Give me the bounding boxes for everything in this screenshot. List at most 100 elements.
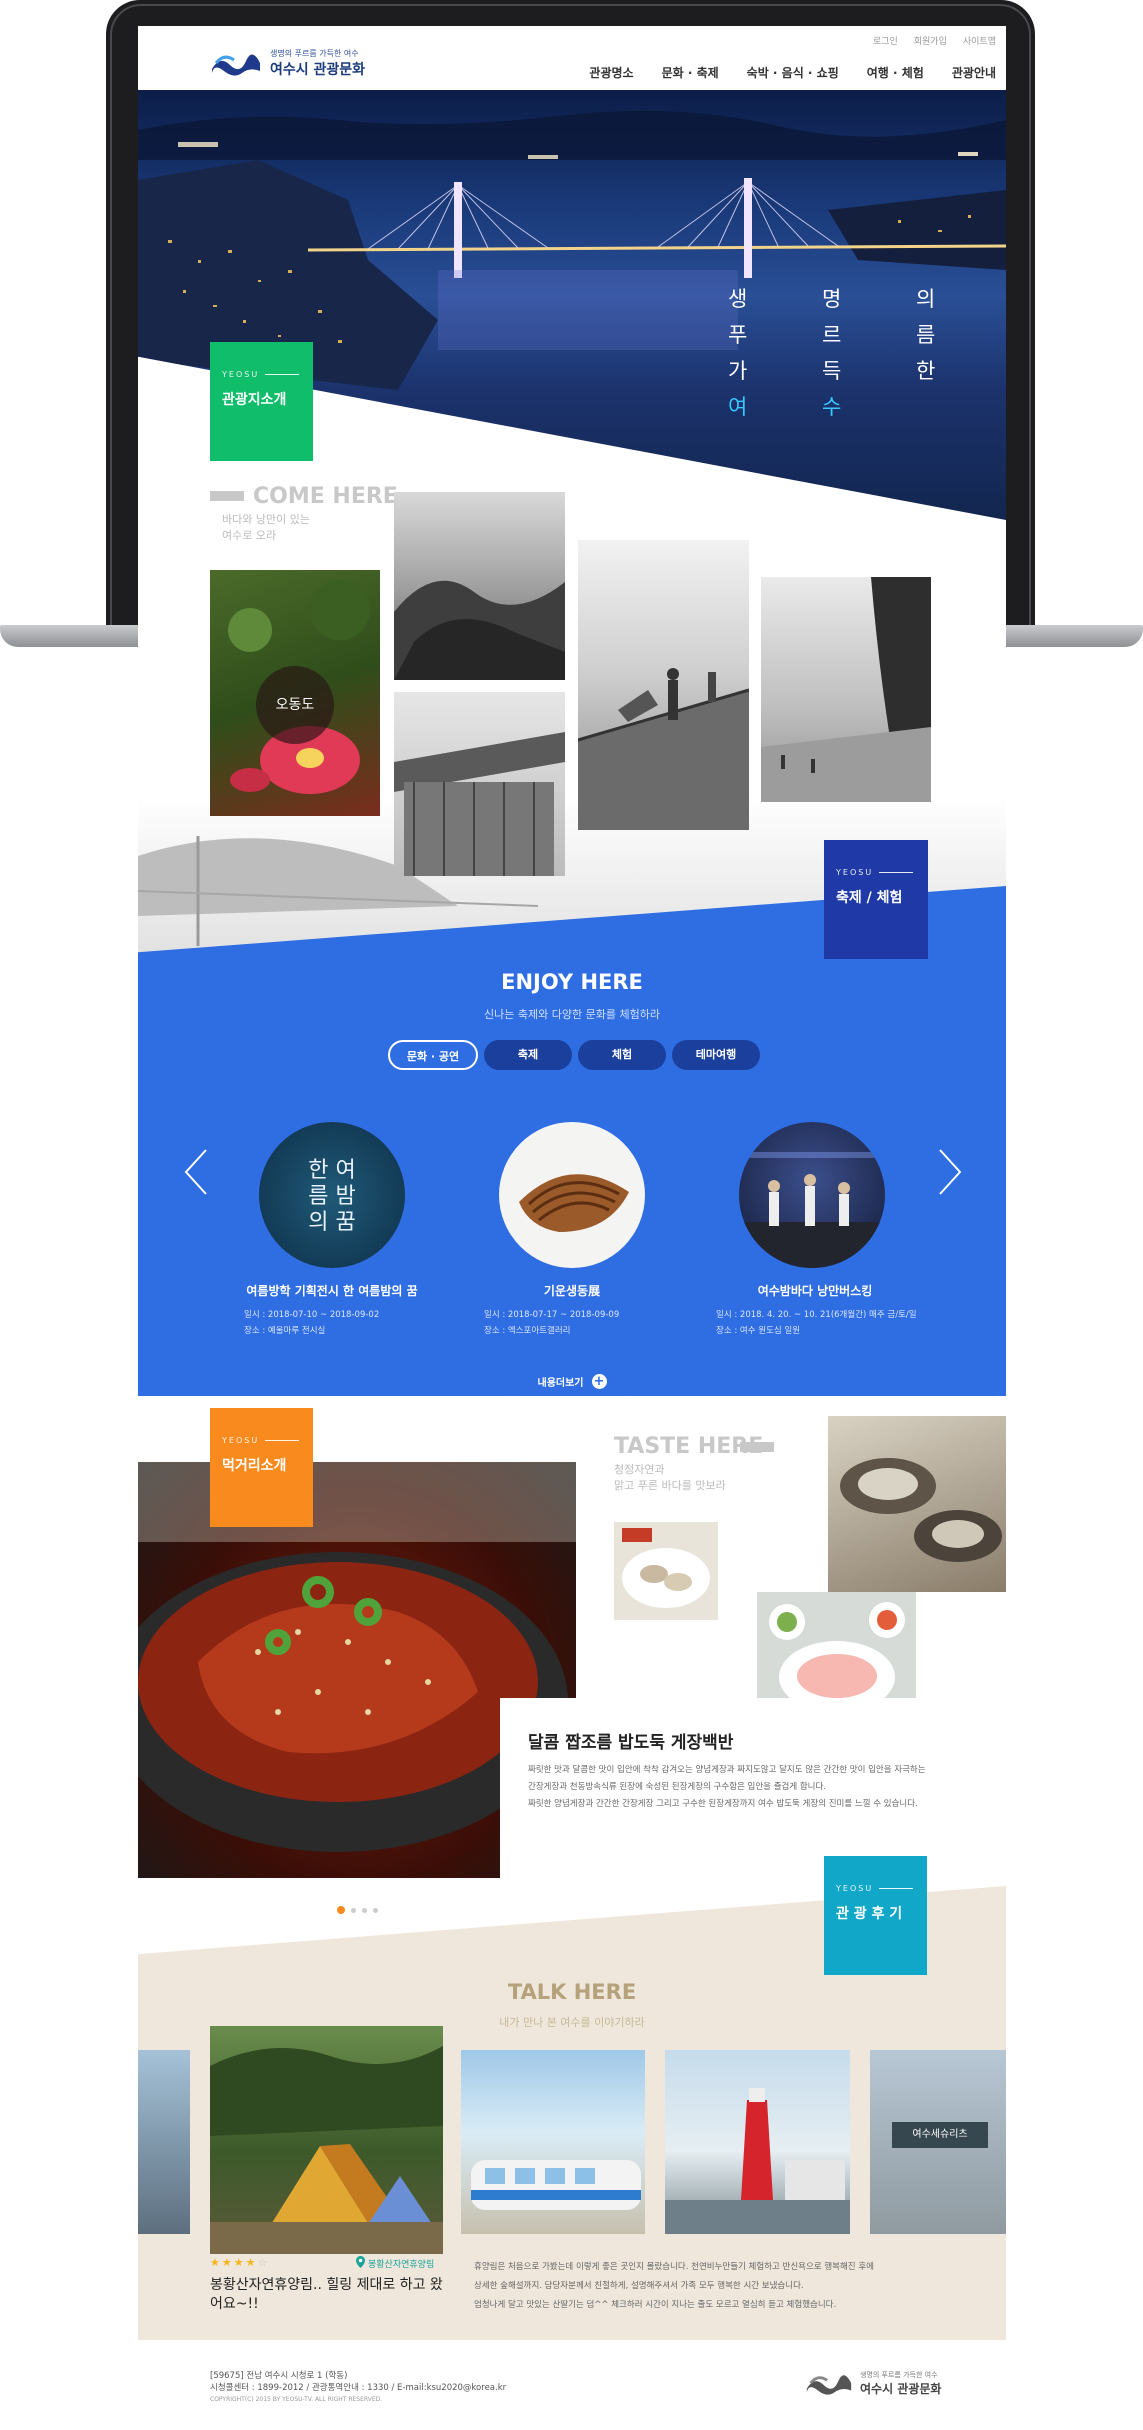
- star-icon: ★: [210, 2256, 220, 2269]
- dish-card: 달콤 짭조름 밥도둑 게장백반 짜릿한 맛과 달콤한 맛이 입안에 착착 감겨오…: [500, 1698, 1006, 1888]
- resort-sign: 여수세슈리츠: [892, 2122, 988, 2148]
- event-card-3[interactable]: 여수밤바다 낭만버스킹 일시 : 2018. 4. 20. ~ 10. 21(6…: [700, 1282, 930, 1339]
- next-arrow-icon[interactable]: [938, 1148, 962, 1200]
- footer-logo[interactable]: 생명의 푸르름 가득한 여수 여수시 관광문화: [804, 2370, 941, 2397]
- event-poster-sculpture[interactable]: [499, 1122, 645, 1268]
- plus-icon: +: [591, 1373, 607, 1389]
- event-title: 여수밤바다 낭만버스킹: [757, 1284, 873, 1298]
- nav-info[interactable]: 관광안내: [952, 64, 996, 81]
- nav-tour[interactable]: 관광명소: [589, 64, 633, 81]
- rating-stars: ★ ★ ★ ★ ☆: [210, 2256, 267, 2269]
- footer-logo-subtitle: 생명의 푸르름 가득한 여수: [860, 2371, 938, 2379]
- pager-dot-active[interactable]: [337, 1906, 345, 1914]
- photo-rocky-island[interactable]: [394, 492, 565, 680]
- star-icon: ★: [233, 2256, 244, 2269]
- food-pager: [337, 1906, 378, 1914]
- festival-title: ENJOY HERE: [501, 970, 643, 994]
- review-title: TALK HERE: [507, 1980, 637, 2004]
- event-place: 장소 : 엑스포아트갤러리: [484, 1326, 571, 1336]
- tab-festival[interactable]: 축제: [484, 1040, 572, 1070]
- review-location[interactable]: 봉황산자연휴양림: [356, 2256, 434, 2271]
- festival-tabs: 문화 · 공연 축제 체험 테마여행: [388, 1040, 760, 1070]
- food-section-tag: YEOSU 먹거리소개: [210, 1408, 313, 1527]
- tab-theme-travel[interactable]: 테마여행: [672, 1040, 760, 1070]
- photo-temple-roof[interactable]: [394, 692, 565, 876]
- dish-desc-line: 짜릿한 맛과 달콤한 맛이 입안에 착착 감겨오는 양념게장과 짜지도않고 달지…: [528, 1765, 926, 1775]
- login-link[interactable]: 로그인: [873, 34, 898, 47]
- pager-dot[interactable]: [351, 1907, 356, 1913]
- pager-dot[interactable]: [373, 1907, 378, 1913]
- more-button[interactable]: 내용더보기 +: [508, 1366, 636, 1396]
- logo-subtitle: 생명의 푸르름 가득한 여수: [270, 49, 359, 58]
- location-label: 봉황산자연휴양림: [368, 2260, 435, 2270]
- slogan-line-3: 가 득 한 여 수: [728, 353, 1006, 425]
- slogan-highlight: 여 수: [728, 395, 876, 419]
- photo-review-lighthouse[interactable]: [665, 2050, 850, 2234]
- photo-review-campsite[interactable]: [210, 2026, 443, 2254]
- slogan-line-3a: 가 득 한: [728, 359, 970, 383]
- tag-en: YEOSU: [222, 370, 313, 379]
- footer-copyright: COPYRIGHT(C) 2015 BY YEOSU-TV. ALL RIGHT…: [210, 2396, 383, 2403]
- footer-address: [59675] 전남 여수시 시청로 1 (학동): [210, 2371, 348, 2381]
- photo-expo-building[interactable]: [761, 577, 931, 802]
- photo-review-resort[interactable]: 여수세슈리츠: [870, 2050, 1006, 2234]
- dish-desc-line: 짜릿한 양념게장과 간간한 간장게장 그리고 구수한 된장게장까지 여수 밥도둑…: [528, 1799, 918, 1809]
- spot-label-odongdo[interactable]: 오동도: [256, 666, 334, 744]
- tour-subtitle-2: 여수로 오라: [222, 529, 277, 542]
- tab-culture-performance[interactable]: 문화 · 공연: [388, 1040, 478, 1070]
- dish-description: 짜릿한 맛과 달콤한 맛이 입안에 착착 감겨오는 양념게장과 짜지도않고 달지…: [528, 1762, 988, 1813]
- prev-arrow-icon[interactable]: [184, 1148, 208, 1200]
- photo-odongdo-camellia[interactable]: 오동도: [210, 570, 380, 816]
- nav-culture[interactable]: 문화 · 축제: [662, 64, 719, 81]
- footer-logo-wave-icon: [806, 2374, 852, 2395]
- hero-slogan: 생 명 의 푸 르 름 가 득 한 여 수: [728, 281, 1006, 425]
- event-date: 일시 : 2018-07-17 ~ 2018-09-09: [484, 1310, 620, 1320]
- event-title: 여름방학 기획전시 한 여름밤의 꿈: [246, 1284, 418, 1298]
- photo-review-train[interactable]: [461, 2050, 645, 2234]
- tour-subtitle-1: 바다와 낭만이 있는: [222, 513, 310, 526]
- event-date: 일시 : 2018. 4. 20. ~ 10. 21(6개월간) 매주 금/토/…: [716, 1310, 917, 1320]
- tag-en: YEOSU: [222, 1436, 313, 1445]
- join-link[interactable]: 회원가입: [914, 34, 947, 47]
- footer-logo-title: 여수시 관광문화: [860, 2382, 942, 2396]
- event-title: 기운생동展: [543, 1284, 601, 1298]
- festival-section-tag: YEOSU 축제 / 체험: [824, 840, 928, 959]
- food-subtitle: 청정자연과 맑고 푸른 바다를 맛보라: [614, 1462, 726, 1494]
- nav-travel[interactable]: 여행 · 체험: [867, 64, 924, 81]
- event-place: 장소 : 예울마루 전시실: [244, 1326, 326, 1336]
- site-logo[interactable]: 생명의 푸르름 가득한 여수 여수시 관광문화: [210, 48, 365, 79]
- slogan-line-1: 생 명 의: [728, 287, 970, 311]
- top-links: 로그인 회원가입 사이트맵: [873, 34, 996, 47]
- sitemap-link[interactable]: 사이트맵: [963, 34, 996, 47]
- review-headline[interactable]: 봉황산자연휴양림.. 힐링 제대로 하고 왔어요~!!: [210, 2276, 446, 2314]
- photo-boardwalk[interactable]: [578, 540, 749, 830]
- tour-title: COME HERE: [253, 484, 398, 509]
- title-bar-decoration: [210, 491, 244, 501]
- event-poster-summer-night[interactable]: 한 여름 밤의 꿈: [259, 1122, 405, 1268]
- tag-ko: 관 광 후 기: [836, 1906, 903, 1922]
- slogan-line-2: 푸 르 름: [728, 323, 970, 347]
- review-section-tag: YEOSU 관 광 후 기: [824, 1856, 927, 1975]
- food-subtitle-1: 청정자연과: [614, 1463, 665, 1476]
- pager-dot[interactable]: [362, 1907, 367, 1913]
- review-body-line: 엄청나게 달고 맛있는 산딸기는 덤^^ 체크하러 시간이 지나는 줄도 모르고…: [474, 2300, 837, 2310]
- tag-en: YEOSU: [836, 1884, 927, 1893]
- photo-oysters[interactable]: [828, 1416, 1006, 1592]
- festival-subtitle: 신나는 축제와 다양한 문화를 체험하라: [484, 1008, 660, 1021]
- tab-experience[interactable]: 체험: [578, 1040, 666, 1070]
- event-date: 일시 : 2018-07-10 ~ 2018-09-02: [244, 1310, 380, 1320]
- event-card-2[interactable]: 기운생동展 일시 : 2018-07-17 ~ 2018-09-09 장소 : …: [460, 1282, 684, 1339]
- photo-side-dishes[interactable]: [614, 1522, 718, 1620]
- main-nav: 관광명소 문화 · 축제 숙박 · 음식 · 쇼핑 여행 · 체험 관광안내: [589, 64, 996, 81]
- tag-ko: 축제 / 체험: [836, 890, 903, 906]
- tag-en: YEOSU: [836, 868, 928, 877]
- star-icon: ★: [221, 2256, 232, 2269]
- nav-stay[interactable]: 숙박 · 음식 · 쇼핑: [747, 64, 839, 81]
- dish-title: 달콤 짭조름 밥도둑 게장백반: [528, 1733, 734, 1753]
- event-poster-busking[interactable]: [739, 1122, 885, 1268]
- photo-review-partial[interactable]: [138, 2050, 190, 2234]
- footer-info: [59675] 전남 여수시 시청로 1 (학동) 시청콜센터 : 1899-2…: [210, 2370, 506, 2406]
- star-icon: ★: [245, 2256, 256, 2269]
- review-body: 휴양림은 처음으로 가봤는데 이렇게 좋은 곳인지 몰랐습니다. 천연비누만들기…: [474, 2258, 974, 2315]
- event-card-1[interactable]: 여름방학 기획전시 한 여름밤의 꿈 일시 : 2018-07-10 ~ 201…: [220, 1282, 444, 1339]
